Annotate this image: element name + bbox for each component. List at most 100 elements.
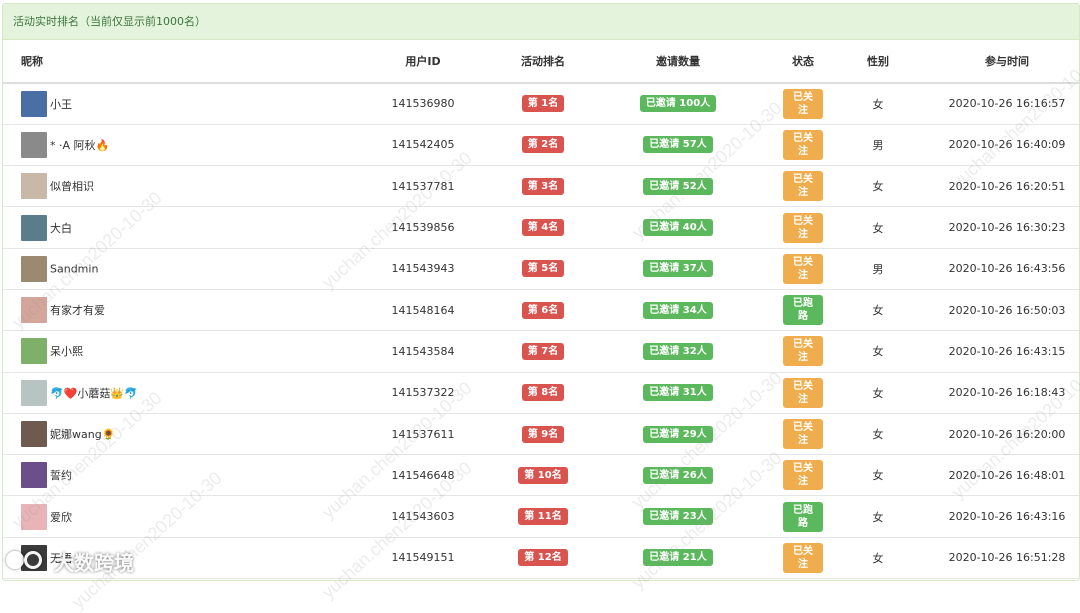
status-cell: 已关注 <box>783 331 823 372</box>
panel-title: 活动实时排名（当前仅显示前1000名） <box>3 4 1079 40</box>
rank-cell: 第 2名 <box>513 124 573 165</box>
status-cell: 已关注 <box>783 413 823 454</box>
invites-cell: 已邀请 31人 <box>573 372 783 413</box>
table-row: 似曾相识 141537781 第 3名 已邀请 52人 已关注 女 2020-1… <box>3 166 1080 207</box>
nickname: 誓约 <box>50 469 72 482</box>
gender: 女 <box>823 372 933 413</box>
status-cell: 已关注 <box>783 372 823 413</box>
rank-cell: 第 11名 <box>513 496 573 537</box>
gender: 女 <box>823 537 933 578</box>
table-row: * ·A 阿秋🔥 141542405 第 2名 已邀请 57人 已关注 男 20… <box>3 124 1080 165</box>
join-time: 2020-10-26 16:43:16 <box>933 496 1080 537</box>
rank-cell: 第 4名 <box>513 207 573 248</box>
join-time: 2020-10-26 16:18:43 <box>933 372 1080 413</box>
user-id: 141543943 <box>333 248 513 289</box>
status-cell: 已关注 <box>783 124 823 165</box>
avatar <box>21 256 47 282</box>
table-row: 爱欣 141543603 第 11名 已邀请 23人 已跑路 女 2020-10… <box>3 496 1080 537</box>
column-header-status: 状态 <box>783 40 823 83</box>
invite-count-badge: 已邀请 57人 <box>643 136 712 153</box>
table-row: 小王 141536980 第 1名 已邀请 100人 已关注 女 2020-10… <box>3 83 1080 124</box>
status-badge: 已关注 <box>783 171 823 201</box>
user-id: 141543584 <box>333 331 513 372</box>
rank-cell: 第 5名 <box>513 248 573 289</box>
rank-cell: 第 3名 <box>513 166 573 207</box>
status-badge: 已关注 <box>783 460 823 490</box>
invites-cell: 已邀请 37人 <box>573 248 783 289</box>
status-cell: 已跑路 <box>783 496 823 537</box>
avatar <box>21 338 47 364</box>
nickname-cell: 🐬❤️小蘑菇👑🐬 <box>3 372 333 413</box>
invites-cell: 已邀请 21人 <box>573 537 783 578</box>
table-row: 无语 141549151 第 12名 已邀请 21人 已关注 女 2020-10… <box>3 537 1080 578</box>
column-header-user-id: 用户ID <box>333 40 513 83</box>
status-badge: 已关注 <box>783 130 823 160</box>
join-time: 2020-10-26 16:43:56 <box>933 248 1080 289</box>
join-time: 2020-10-26 16:51:28 <box>933 537 1080 578</box>
status-badge: 已跑路 <box>783 295 823 325</box>
rank-badge: 第 3名 <box>522 178 564 195</box>
invites-cell: 已邀请 29人 <box>573 413 783 454</box>
nickname-cell: 有家才有爱 <box>3 289 333 330</box>
nickname-cell: Sandmin <box>3 248 333 289</box>
rank-cell: 第 9名 <box>513 413 573 454</box>
join-time: 2020-10-26 16:48:01 <box>933 455 1080 496</box>
user-id: 141539856 <box>333 207 513 248</box>
status-badge: 已关注 <box>783 336 823 366</box>
join-time: 2020-10-26 16:30:23 <box>933 207 1080 248</box>
invite-count-badge: 已邀请 32人 <box>643 343 712 360</box>
avatar <box>21 380 47 406</box>
nickname: * ·A 阿秋🔥 <box>50 139 109 152</box>
nickname: 大白 <box>50 222 72 235</box>
rank-cell: 第 6名 <box>513 289 573 330</box>
nickname: 🐬❤️小蘑菇👑🐬 <box>50 387 138 400</box>
nickname-cell: 爱欣 <box>3 496 333 537</box>
gender: 女 <box>823 331 933 372</box>
nickname-cell: 呆小熙 <box>3 331 333 372</box>
table-row: 大白 141539856 第 4名 已邀请 40人 已关注 女 2020-10-… <box>3 207 1080 248</box>
avatar <box>21 297 47 323</box>
rank-badge: 第 8名 <box>522 384 564 401</box>
column-header-rank: 活动排名 <box>513 40 573 83</box>
invites-cell: 已邀请 40人 <box>573 207 783 248</box>
nickname: 呆小熙 <box>50 345 83 358</box>
gender: 女 <box>823 207 933 248</box>
gender: 女 <box>823 496 933 537</box>
avatar <box>21 421 47 447</box>
user-id: 141548164 <box>333 289 513 330</box>
join-time: 2020-10-26 16:16:57 <box>933 83 1080 124</box>
invite-count-badge: 已邀请 40人 <box>643 219 712 236</box>
invite-count-badge: 已邀请 34人 <box>643 302 712 319</box>
ranking-panel: 活动实时排名（当前仅显示前1000名） 昵称 用户ID 活动排名 邀请数量 状态… <box>2 3 1080 581</box>
rank-badge: 第 4名 <box>522 219 564 236</box>
user-id: 141537322 <box>333 372 513 413</box>
column-header-invites: 邀请数量 <box>573 40 783 83</box>
invite-count-badge: 已邀请 26人 <box>643 467 712 484</box>
rank-cell: 第 12名 <box>513 537 573 578</box>
nickname: 妮娜wang🌻 <box>50 428 115 441</box>
invites-cell: 已邀请 32人 <box>573 331 783 372</box>
join-time: 2020-10-26 16:43:15 <box>933 331 1080 372</box>
gender: 女 <box>823 166 933 207</box>
rank-cell: 第 8名 <box>513 372 573 413</box>
nickname-cell: 小王 <box>3 83 333 124</box>
invites-cell: 已邀请 23人 <box>573 496 783 537</box>
nickname-cell: 誓约 <box>3 455 333 496</box>
join-time: 2020-10-26 16:40:09 <box>933 124 1080 165</box>
rank-badge: 第 12名 <box>518 549 567 566</box>
brand-watermark: 大数跨境 <box>6 545 134 577</box>
gender: 女 <box>823 289 933 330</box>
user-id: 141542405 <box>333 124 513 165</box>
user-id: 141549151 <box>333 537 513 578</box>
status-badge: 已关注 <box>783 543 823 573</box>
nickname-cell: 似曾相识 <box>3 166 333 207</box>
table-header-row: 昵称 用户ID 活动排名 邀请数量 状态 性别 参与时间 <box>3 40 1080 83</box>
invites-cell: 已邀请 26人 <box>573 455 783 496</box>
nickname: 似曾相识 <box>50 180 94 193</box>
rank-badge: 第 10名 <box>518 467 567 484</box>
avatar <box>21 132 47 158</box>
status-badge: 已关注 <box>783 419 823 449</box>
nickname: 爱欣 <box>50 511 72 524</box>
rank-badge: 第 1名 <box>522 95 564 112</box>
invite-count-badge: 已邀请 52人 <box>643 178 712 195</box>
